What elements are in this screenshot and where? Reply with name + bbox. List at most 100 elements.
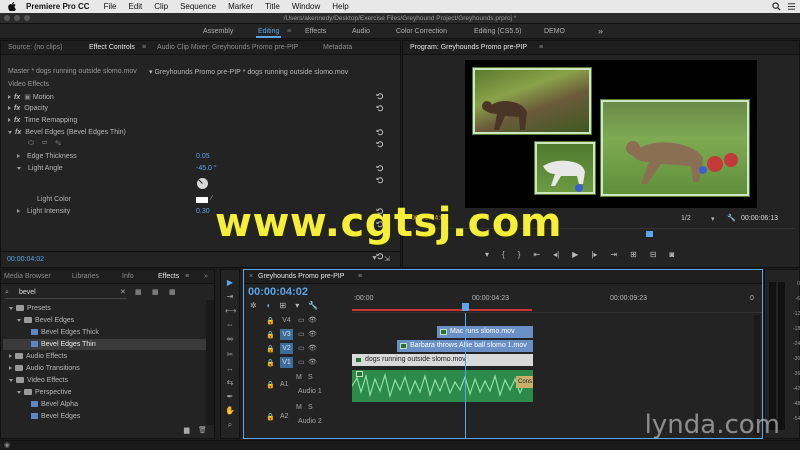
audio-transition-constant-power[interactable]: Cons [516,376,533,388]
work-area-bar[interactable] [352,309,532,311]
mark-out-icon[interactable]: } [518,250,521,262]
fx-badge-icon[interactable]: fx [14,94,20,101]
workspace-demo[interactable]: DEMO [544,24,565,39]
track-v4[interactable]: V4 [280,315,293,326]
selection-tool-icon[interactable]: ▶ [225,278,235,288]
slide-tool-icon[interactable]: ⇆ [225,378,235,388]
effect-row-opacity[interactable]: fx Opacity [8,105,48,112]
collapse-arrow-icon[interactable] [8,130,12,134]
hand-tool-icon[interactable]: ✋ [225,406,235,416]
program-video-frame[interactable] [465,60,757,208]
resolution-chevron-down-icon[interactable]: ▾ [711,215,715,223]
expand-arrow-icon[interactable] [17,154,20,159]
tree-item-perspective[interactable]: Perspective [17,389,72,396]
workspace-menu-icon[interactable]: ≡ [287,24,291,39]
playhead-line[interactable] [465,313,466,438]
pip-clip-bottom-center[interactable] [535,142,595,194]
tab-audio-clip-mixer[interactable]: Audio Clip Mixer: Greyhounds Promo pre-P… [157,41,298,55]
workspace-editing[interactable]: Editing [255,24,282,39]
trash-icon[interactable]: 🗑 [198,426,207,434]
toggle-sync-icon[interactable]: ▭ [298,330,305,338]
expand-arrow-icon[interactable] [8,95,11,100]
ripple-edit-tool-icon[interactable]: ⟷ [225,306,236,316]
minimize-window-button[interactable] [14,15,20,21]
rolling-edit-tool-icon[interactable]: ⇔ [225,320,235,330]
master-clip-label[interactable]: Master * dogs running outside slomo.mov [8,68,137,75]
fx-badge-icon[interactable]: fx [15,129,21,136]
menu-clip[interactable]: Clip [154,2,168,11]
tab-program[interactable]: Program: Greyhounds Promo pre-PIP [410,41,527,55]
eyedropper-icon[interactable]: ⁄ [211,195,212,202]
workspace-overflow-button[interactable]: » [598,24,603,39]
eye-icon[interactable]: 👁 [308,316,317,324]
mark-in-icon[interactable]: { [502,250,505,262]
light-intensity-value[interactable]: 0.30 [196,208,210,215]
pen-mask-icon[interactable]: ✎ [55,140,61,147]
rectangle-mask-icon[interactable]: ▭ [42,140,48,147]
menu-sequence[interactable]: Sequence [180,2,216,11]
razor-tool-icon[interactable]: ✂ [225,350,235,360]
time-ruler[interactable]: :00:00 00:00:04:23 00:00:09:23 0 [352,293,762,313]
tree-item-video-effects[interactable]: Video Effects [9,377,68,384]
status-icon[interactable]: ◉ [4,441,10,449]
collapse-arrow-icon[interactable] [17,166,21,170]
reset-icon[interactable] [376,128,384,136]
param-light-intensity[interactable]: Light Intensity [17,208,70,215]
playhead-handle[interactable] [462,303,469,311]
fx-badge-icon[interactable]: fx [14,105,20,112]
param-edge-thickness[interactable]: Edge Thickness [17,153,77,160]
fx-badge-icon[interactable]: fx [14,117,20,124]
accelerated-effects-icon[interactable]: ▦ [135,288,142,296]
add-marker-icon[interactable]: ▾ [295,301,299,310]
edge-thickness-value[interactable]: 0.05 [196,153,210,160]
lock-icon[interactable]: 🔒 [266,413,275,421]
tab-menu-icon[interactable]: ≡ [539,41,543,55]
new-bin-icon[interactable]: ▆ [184,426,189,434]
tab-source[interactable]: Source: (no clips) [8,41,62,55]
export-frame-icon[interactable]: ◙ [670,250,675,262]
tab-effect-controls[interactable]: Effect Controls [89,41,135,55]
tab-metadata[interactable]: Metadata [323,41,352,55]
snap-icon[interactable]: ◖ [266,301,271,310]
tree-item-bevel-edges-effect[interactable]: Bevel Edges [31,413,80,420]
effect-row-bevel-edges[interactable]: fx Bevel Edges (Bevel Edges Thin) [8,129,126,136]
lock-icon[interactable]: 🔒 [266,317,275,325]
yuv-effects-icon[interactable]: ▦ [169,288,176,296]
tab-effects[interactable]: Effects [158,270,179,284]
add-marker-icon[interactable]: ▾ [485,250,489,262]
linked-selection-icon[interactable]: ⊞ [280,301,287,310]
lock-icon[interactable]: 🔒 [266,381,275,389]
effects-scrollbar[interactable] [206,300,214,425]
menu-window[interactable]: Window [292,2,320,11]
param-light-angle[interactable]: Light Angle [17,165,63,172]
tab-info[interactable]: Info [122,270,134,284]
tab-sequence[interactable]: Greyhounds Promo pre-PIP [258,270,344,284]
lock-icon[interactable]: 🔒 [266,359,275,367]
step-forward-icon[interactable]: |▸ [591,250,597,262]
program-playhead-marker[interactable] [646,231,653,237]
effect-row-time-remapping[interactable]: fx Time Remapping [8,117,77,124]
rate-stretch-tool-icon[interactable]: ⤄ [225,334,235,344]
ellipse-mask-icon[interactable]: ⬭ [28,140,34,147]
tree-item-bevel-edges-folder[interactable]: Bevel Edges [17,317,74,324]
nest-icon[interactable]: ✲ [250,301,257,310]
play-button[interactable]: ▶ [572,250,578,262]
list-icon[interactable] [787,2,796,11]
effect-controls-timecode[interactable]: 00:00:04:02 [7,256,44,263]
toggle-sync-icon[interactable]: ▭ [298,316,305,324]
reset-icon[interactable] [376,104,384,112]
workspace-assembly[interactable]: Assembly [203,24,233,39]
tab-menu-icon[interactable]: ≡ [142,41,146,55]
effect-row-motion[interactable]: fx ▣ Motion [8,93,54,101]
eye-icon[interactable]: 👁 [308,344,317,352]
search-icon[interactable] [772,2,781,11]
angle-dial-icon[interactable] [196,177,209,190]
expand-arrow-icon[interactable] [17,209,20,214]
pip-clip-right[interactable] [601,100,749,196]
tree-item-bevel-edges-thick[interactable]: Bevel Edges Thick [31,329,99,336]
pen-tool-icon[interactable]: ✒ [225,392,235,402]
menu-edit[interactable]: Edit [128,2,142,11]
workspace-effects[interactable]: Effects [305,24,326,39]
track-v2[interactable]: V2 [280,343,293,354]
app-menu[interactable]: Premiere Pro CC [26,2,90,11]
